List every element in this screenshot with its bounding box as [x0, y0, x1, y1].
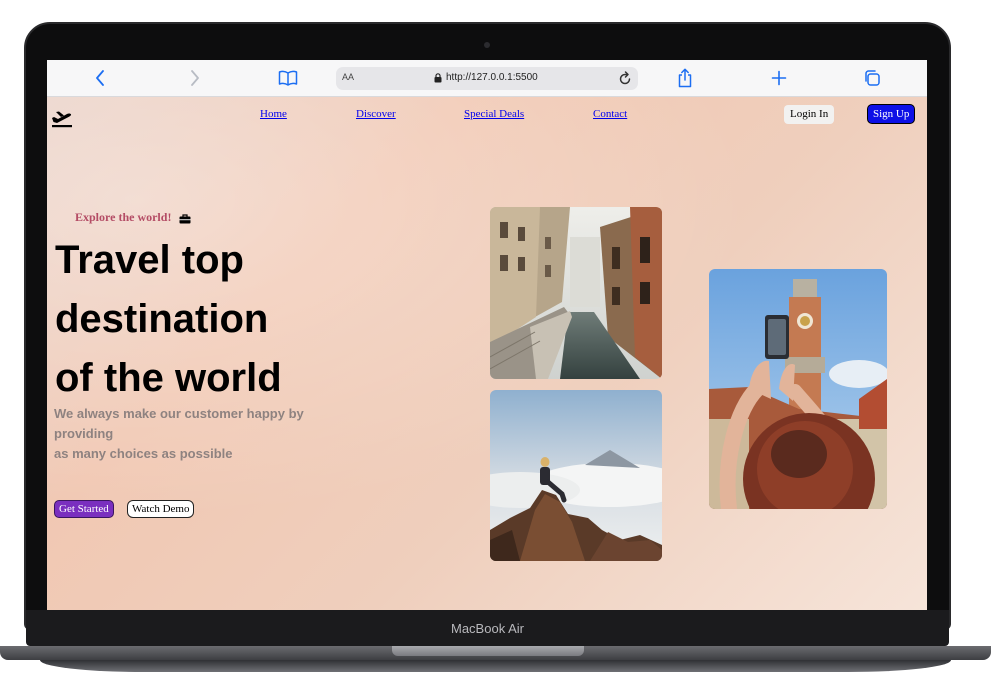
hero-title-line: Travel top: [55, 238, 244, 282]
login-button[interactable]: Login In: [784, 105, 835, 124]
nav-discover[interactable]: Discover: [356, 108, 396, 120]
briefcase-icon: [179, 213, 191, 223]
hero-tagline: Explore the world!: [75, 210, 191, 225]
lock-icon: [434, 72, 442, 83]
reload-icon[interactable]: [616, 70, 634, 88]
new-tab-icon[interactable]: [767, 68, 791, 88]
text-size-button[interactable]: AA: [342, 72, 354, 82]
url-display[interactable]: http://127.0.0.1:5500: [434, 72, 538, 83]
clock-tower-selfie-photo: [709, 269, 887, 509]
signup-button[interactable]: Sign Up: [867, 104, 916, 124]
laptop-base-foot: [40, 660, 951, 672]
share-icon[interactable]: [673, 68, 697, 88]
venice-canal-photo: [490, 207, 662, 379]
webpage: Home Discover Special Deals Contact Logi…: [47, 97, 927, 610]
mountain-hiker-photo: [490, 390, 662, 561]
hero-title: Travel top destination of the world: [55, 231, 355, 408]
bookmarks-icon[interactable]: [276, 68, 300, 88]
camera-icon: [484, 42, 490, 48]
hero-title-line: of the world: [55, 356, 282, 400]
address-bar[interactable]: AA http://127.0.0.1:5500: [336, 67, 638, 90]
plane-takeoff-icon[interactable]: [50, 106, 74, 128]
device-label: MacBook Air: [451, 620, 524, 636]
hero-subtitle-line: providing: [54, 426, 114, 441]
url-text: http://127.0.0.1:5500: [446, 72, 538, 83]
hero-subtitle: We always make our customer happy by pro…: [54, 404, 344, 464]
nav-contact[interactable]: Contact: [593, 108, 627, 120]
watch-demo-button[interactable]: Watch Demo: [127, 500, 195, 518]
forward-icon[interactable]: [183, 68, 207, 88]
laptop-notch: [392, 646, 584, 656]
hero-subtitle-line: as many choices as possible: [54, 446, 233, 461]
hero-subtitle-line: We always make our customer happy by: [54, 406, 304, 421]
get-started-button[interactable]: Get Started: [54, 500, 114, 518]
tabs-icon[interactable]: [860, 68, 884, 88]
tagline-text: Explore the world!: [75, 210, 172, 224]
nav-home[interactable]: Home: [260, 108, 287, 120]
browser-toolbar: AA http://127.0.0.1:5500: [47, 60, 927, 97]
laptop-chin: MacBook Air: [26, 610, 949, 646]
back-icon[interactable]: [88, 68, 112, 88]
hero-title-line: destination: [55, 297, 269, 341]
screen: AA http://127.0.0.1:5500 Home Discover S…: [47, 60, 927, 610]
nav-special-deals[interactable]: Special Deals: [464, 108, 524, 120]
